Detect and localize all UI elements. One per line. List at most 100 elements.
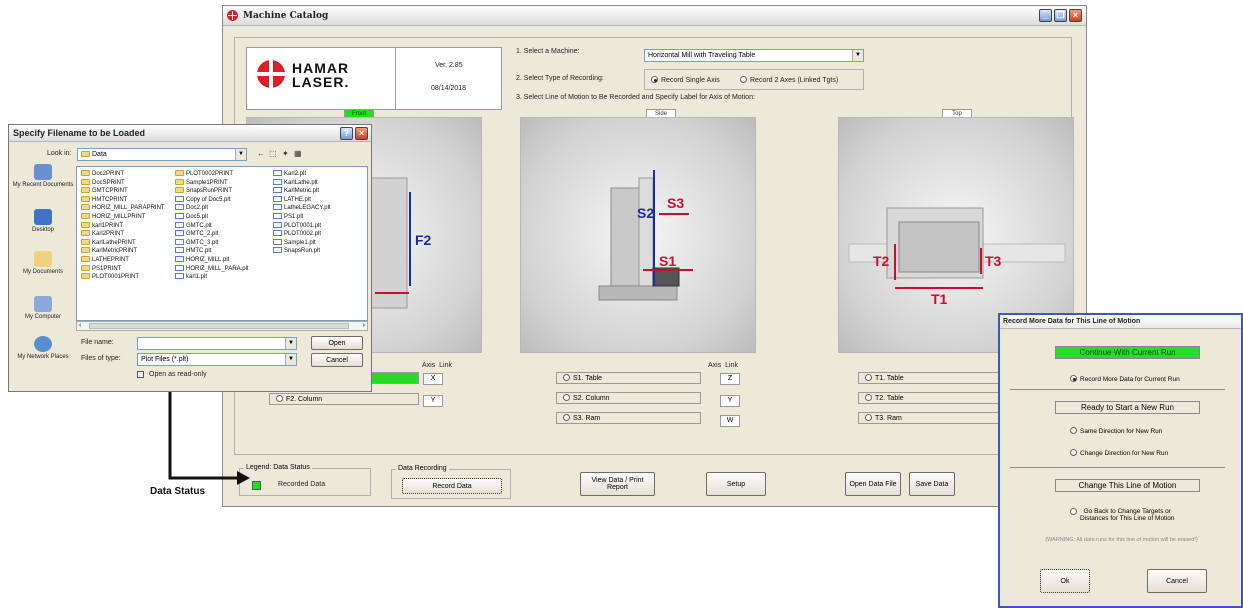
file-item[interactable]: GMTC_3.plt (175, 238, 249, 248)
restore-icon[interactable]: ❐ (1054, 9, 1067, 22)
chevron-down-icon[interactable]: ▼ (285, 338, 296, 349)
file-item[interactable]: PLOT0002PRINT (175, 170, 249, 179)
file-item[interactable]: Doc2PRINT (81, 170, 165, 179)
record-two-option[interactable]: Record 2 Axes (Linked Tgts) (740, 76, 838, 84)
file-item[interactable]: HORIZ_MILL.plt (175, 255, 249, 265)
file-item[interactable]: PLOT0001.plt (273, 221, 331, 231)
close-icon[interactable]: × (355, 127, 368, 140)
file-item[interactable]: HMTC.plt (175, 247, 249, 256)
file-item[interactable]: SnapsRun.plt (273, 247, 331, 256)
cancel-button[interactable]: Cancel (1147, 569, 1207, 593)
radio-icon[interactable] (563, 394, 570, 401)
scroll-left-icon[interactable]: ‹ (79, 322, 81, 329)
file-item[interactable]: Copy of Doc5.plt (175, 195, 249, 205)
chevron-down-icon[interactable]: ▼ (235, 149, 246, 160)
top-axis-row-3[interactable]: T3. Ram (858, 412, 1003, 424)
side-axis-row-1[interactable]: S1. Table (556, 372, 701, 384)
file-name-input[interactable]: ▼ (137, 337, 297, 350)
record-more-option[interactable]: Record More Data for Current Run (1070, 375, 1180, 383)
cancel-button[interactable]: Cancel (311, 353, 363, 367)
radio-icon[interactable] (1070, 427, 1077, 434)
save-data-button[interactable]: Save Data (909, 472, 955, 496)
radio-selected-icon[interactable] (1070, 375, 1077, 382)
side-axis-value-1[interactable]: Z (720, 373, 740, 385)
file-item[interactable]: PLOT0002.plt (273, 230, 331, 239)
open-button[interactable]: Open (311, 336, 363, 350)
ok-button[interactable]: Ok (1040, 569, 1090, 593)
radio-icon[interactable] (1070, 508, 1077, 515)
file-item[interactable]: HORIZ_MILL_PARA.plt (175, 264, 249, 274)
up-folder-icon[interactable]: ⬚ (269, 149, 277, 159)
file-item[interactable]: KarlLathe.plt (273, 178, 331, 188)
radio-icon[interactable] (563, 414, 570, 421)
file-list-scrollbar[interactable]: ‹ › (76, 321, 368, 331)
checkbox-icon[interactable] (137, 371, 144, 378)
file-item[interactable]: LatheLEGACY.plt (273, 204, 331, 213)
top-axis-row-1[interactable]: T1. Table (858, 372, 1003, 384)
place-my-computer[interactable]: My Computer (12, 296, 74, 321)
file-item[interactable]: Doc2.plt (175, 204, 249, 213)
file-item[interactable]: Karl2PRINT (81, 230, 165, 239)
file-item[interactable]: LATHE.plt (273, 195, 331, 205)
chevron-down-icon[interactable]: ▼ (852, 50, 863, 61)
radio-icon[interactable] (740, 76, 747, 83)
place-network[interactable]: My Network Places (12, 336, 74, 361)
top-axis-row-2[interactable]: T2. Table (858, 392, 1003, 404)
side-axis-row-2[interactable]: S2. Column (556, 392, 701, 404)
file-item[interactable]: SnapsRunPRINT (175, 187, 249, 196)
radio-selected-icon[interactable] (651, 76, 658, 83)
file-item[interactable]: HMTCPRINT (81, 195, 165, 205)
file-item[interactable]: GMTC.plt (175, 221, 249, 231)
file-item[interactable]: PLOT0001PRINT (81, 273, 165, 282)
file-item[interactable]: PS1PRINT (81, 264, 165, 274)
radio-icon[interactable] (865, 374, 872, 381)
front-axis-value-2[interactable]: Y (423, 395, 443, 407)
file-item[interactable]: KarlMetricPRINT (81, 247, 165, 256)
place-desktop[interactable]: Desktop (12, 209, 74, 234)
radio-icon[interactable] (276, 395, 283, 402)
view-data-button[interactable]: View Data / Print Report (580, 472, 655, 496)
same-direction-option[interactable]: Same Direction for New Run (1070, 427, 1162, 435)
chevron-down-icon[interactable]: ▼ (285, 354, 296, 365)
record-single-option[interactable]: Record Single Axis (651, 76, 720, 84)
radio-icon[interactable] (865, 414, 872, 421)
file-item[interactable]: KarlLathePRINT (81, 238, 165, 248)
read-only-option[interactable]: Open as read-only (137, 371, 207, 378)
file-item[interactable]: karl1PRINT (81, 221, 165, 231)
file-item[interactable]: PS1.plt (273, 212, 331, 222)
file-item[interactable]: HORIZ_MILL_PARAPRINT (81, 204, 165, 213)
radio-icon[interactable] (563, 374, 570, 381)
file-item[interactable]: LATHEPRINT (81, 255, 165, 265)
go-back-option[interactable]: Go Back to Change Targets or Distances fo… (1070, 508, 1175, 522)
radio-icon[interactable] (1070, 449, 1077, 456)
setup-button[interactable]: Setup (706, 472, 766, 496)
radio-icon[interactable] (865, 394, 872, 401)
files-of-type-select[interactable]: Plot Files (*.plt) ▼ (137, 353, 297, 366)
file-item[interactable]: GMTC_2.plt (175, 230, 249, 239)
minimize-icon[interactable]: _ (1039, 9, 1052, 22)
scroll-thumb[interactable] (89, 323, 349, 329)
front-axis-value-1[interactable]: X (423, 373, 443, 385)
file-item[interactable]: Sample1PRINT (175, 178, 249, 188)
look-in-select[interactable]: Data ▼ (77, 148, 247, 161)
file-item[interactable]: Karl2.plt (273, 170, 331, 179)
front-axis-row-2[interactable]: F2. Column (269, 393, 419, 405)
file-item[interactable]: Doc5.plt (175, 212, 249, 222)
help-icon[interactable]: ? (340, 127, 353, 140)
new-folder-icon[interactable]: ✦ (282, 149, 289, 159)
change-direction-option[interactable]: Change Direction for New Run (1070, 449, 1168, 457)
side-axis-value-3[interactable]: W (720, 415, 740, 427)
close-icon[interactable]: × (1069, 9, 1082, 22)
side-axis-value-2[interactable]: Y (720, 395, 740, 407)
file-item[interactable]: DocSPRINT (81, 178, 165, 188)
place-recent[interactable]: My Recent Documents (12, 164, 74, 189)
file-item[interactable]: Sample1.plt (273, 238, 331, 248)
machine-select[interactable]: Horizontal Mill with Traveling Table ▼ (644, 49, 864, 62)
place-my-documents[interactable]: My Documents (12, 251, 74, 276)
back-icon[interactable]: ← (257, 149, 265, 159)
side-axis-row-3[interactable]: S3. Ram (556, 412, 701, 424)
file-item[interactable]: karl1.plt (175, 273, 249, 282)
views-menu-icon[interactable]: ▦ (294, 149, 302, 159)
file-item[interactable]: HORIZ_MILLPRINT (81, 212, 165, 222)
file-item[interactable]: KarlMetric.plt (273, 187, 331, 196)
